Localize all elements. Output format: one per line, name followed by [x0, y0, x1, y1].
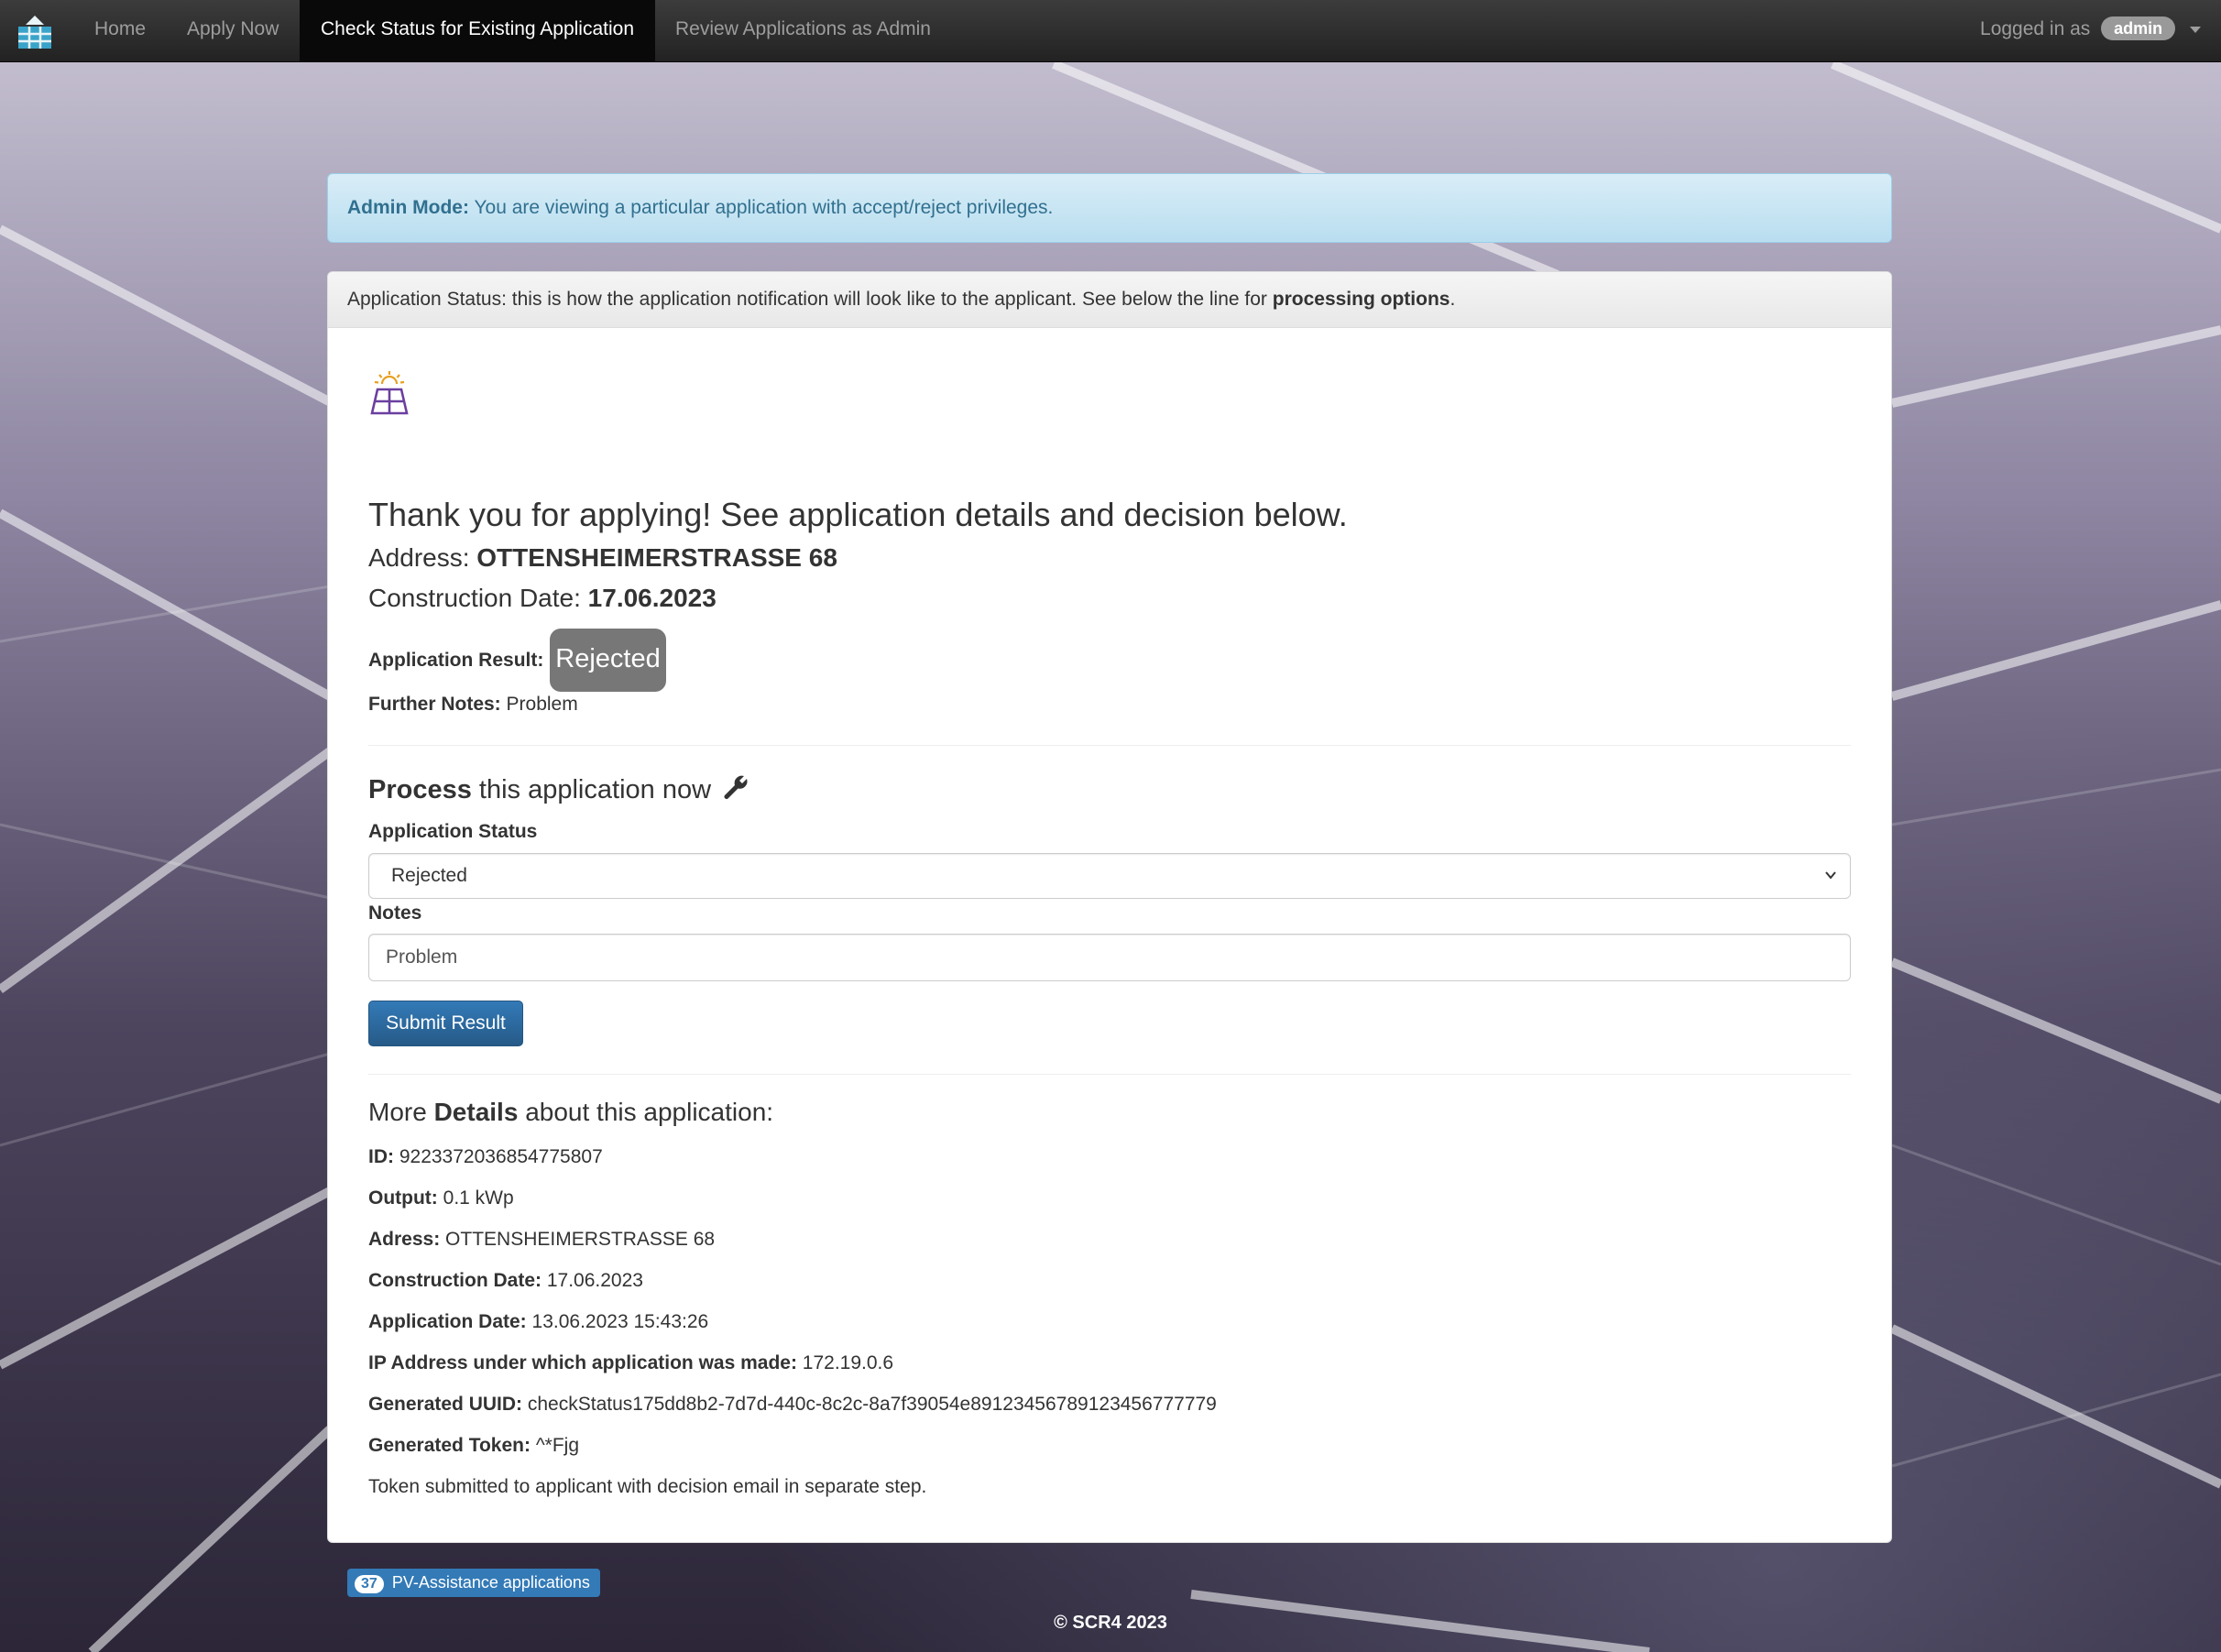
- detail-value: checkStatus175dd8b2-7d7d-440c-8c2c-8a7f3…: [527, 1394, 1217, 1415]
- detail-label: Output:: [368, 1187, 438, 1209]
- chevron-down-icon: [2190, 26, 2201, 33]
- details-title-prefix: More: [368, 1098, 427, 1126]
- token-note: Token submitted to applicant with decisi…: [368, 1476, 927, 1497]
- detail-row-ip-address: IP Address under which application was m…: [368, 1352, 893, 1374]
- nav-home[interactable]: Home: [73, 0, 167, 62]
- address-label: Address:: [368, 543, 470, 572]
- chevron-down-icon: [1825, 871, 1836, 880]
- construction-line: Construction Date: 17.06.2023: [368, 584, 717, 613]
- further-notes-row: Further Notes: Problem: [368, 694, 578, 716]
- status-selected-value: Rejected: [391, 865, 467, 886]
- application-panel: Application Status: this is how the appl…: [327, 271, 1892, 1543]
- count-label: PV-Assistance applications: [391, 1573, 590, 1592]
- details-title-suffix: about this application:: [525, 1098, 774, 1126]
- solar-panel-icon[interactable]: [13, 12, 57, 52]
- address-line: Address: OTTENSHEIMERSTRASSE 68: [368, 543, 837, 573]
- detail-value: ^*Fjg: [535, 1435, 580, 1456]
- nav-check-status[interactable]: Check Status for Existing Application: [300, 0, 656, 62]
- nav-apply-now[interactable]: Apply Now: [166, 0, 300, 62]
- status-label: Application Status: [368, 821, 538, 842]
- detail-row-address: Adress: OTTENSHEIMERSTRASSE 68: [368, 1229, 715, 1251]
- process-heading: Process this application now: [368, 773, 749, 805]
- panel-heading: Application Status: this is how the appl…: [328, 272, 1891, 328]
- detail-value: 13.06.2023 15:43:26: [531, 1311, 709, 1332]
- wrench-icon: [724, 775, 748, 799]
- detail-label: Adress:: [368, 1229, 441, 1250]
- detail-label: Generated UUID:: [368, 1394, 523, 1415]
- construction-label: Construction Date:: [368, 584, 581, 612]
- detail-label: ID:: [368, 1146, 394, 1167]
- detail-label: Application Date:: [368, 1311, 527, 1332]
- detail-label: Generated Token:: [368, 1435, 531, 1456]
- result-label: Application Result:: [368, 650, 544, 671]
- construction-value: 17.06.2023: [587, 584, 717, 612]
- divider: [368, 1074, 1851, 1075]
- detail-value: 9223372036854775807: [399, 1146, 603, 1167]
- submit-result-button[interactable]: Submit Result: [368, 1001, 523, 1046]
- process-title-bold: Process: [368, 775, 472, 804]
- address-value: OTTENSHEIMERSTRASSE 68: [476, 543, 837, 572]
- detail-value: 172.19.0.6: [802, 1352, 894, 1373]
- detail-value: OTTENSHEIMERSTRASSE 68: [445, 1229, 716, 1250]
- notes-input[interactable]: Problem: [368, 934, 1851, 981]
- user-menu[interactable]: Logged in as admin: [1980, 0, 2201, 62]
- further-notes-value: Problem: [506, 694, 578, 715]
- status-select[interactable]: Rejected: [368, 853, 1851, 899]
- detail-row-token: Generated Token: ^*Fjg: [368, 1435, 579, 1457]
- result-badge: Rejected: [550, 629, 666, 692]
- solar-panel-sun-icon: [370, 371, 409, 415]
- notes-label: Notes: [368, 903, 422, 924]
- admin-mode-alert: Admin Mode: You are viewing a particular…: [327, 173, 1892, 243]
- divider: [368, 745, 1851, 746]
- user-badge: admin: [2101, 16, 2176, 40]
- details-heading: More Details about this application:: [368, 1098, 773, 1127]
- detail-row-application-date: Application Date: 13.06.2023 15:43:26: [368, 1311, 708, 1333]
- thank-you-heading: Thank you for applying! See application …: [368, 496, 1348, 533]
- panel-heading-bold: processing options: [1272, 289, 1450, 310]
- detail-row-id: ID: 9223372036854775807: [368, 1146, 603, 1168]
- detail-label: Construction Date:: [368, 1270, 542, 1291]
- panel-heading-text: Application Status: this is how the appl…: [347, 289, 1267, 310]
- detail-row-construction-date: Construction Date: 17.06.2023: [368, 1270, 643, 1292]
- applications-count-badge[interactable]: 37 PV-Assistance applications: [347, 1569, 600, 1597]
- detail-row-output: Output: 0.1 kWp: [368, 1187, 514, 1209]
- details-title-bold: Details: [433, 1098, 519, 1126]
- nav-review-admin[interactable]: Review Applications as Admin: [654, 0, 952, 62]
- panel-heading-suffix: .: [1450, 289, 1456, 310]
- alert-text: You are viewing a particular application…: [474, 197, 1054, 218]
- result-label-row: Application Result:: [368, 650, 543, 672]
- detail-label: IP Address under which application was m…: [368, 1352, 797, 1373]
- detail-row-uuid: Generated UUID: checkStatus175dd8b2-7d7d…: [368, 1394, 1217, 1416]
- alert-strong: Admin Mode:: [347, 197, 469, 218]
- detail-value: 0.1 kWp: [443, 1187, 514, 1209]
- count-number: 37: [355, 1575, 384, 1593]
- top-navbar: Home Apply Now Check Status for Existing…: [0, 0, 2221, 62]
- logged-in-label: Logged in as: [1980, 18, 2091, 39]
- process-title-rest: this application now: [478, 775, 712, 804]
- further-notes-label: Further Notes:: [368, 694, 501, 715]
- detail-value: 17.06.2023: [546, 1270, 643, 1291]
- copyright: © SCR4 2023: [1054, 1613, 1167, 1633]
